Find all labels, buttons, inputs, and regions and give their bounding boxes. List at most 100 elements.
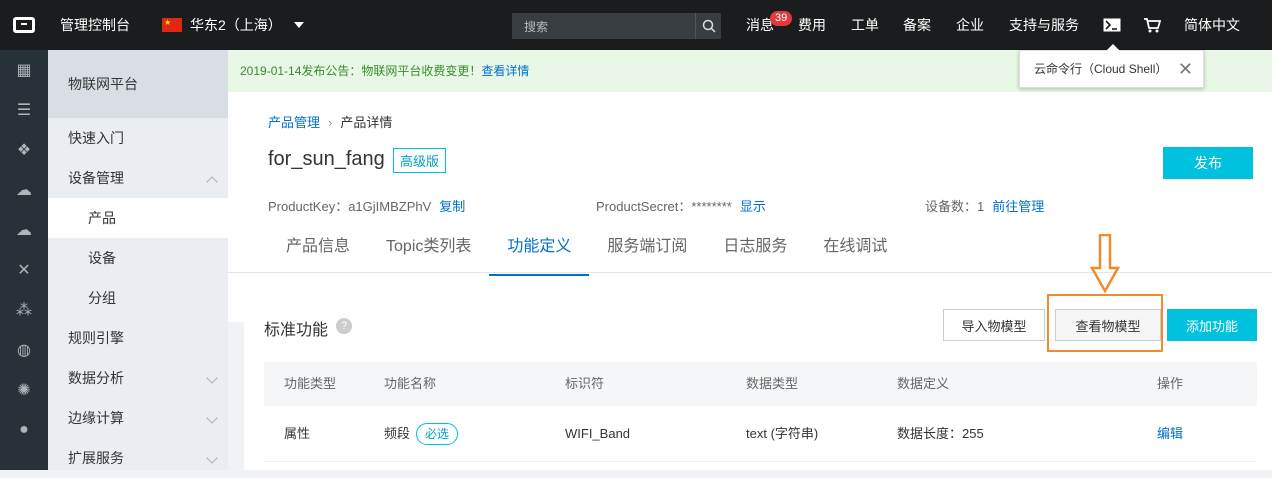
globe-icon[interactable]: ◍ bbox=[0, 330, 48, 370]
region-selector[interactable]: 华东2（上海） bbox=[162, 0, 304, 50]
sidebar-item-label: 设备管理 bbox=[68, 170, 124, 186]
down-arrow-icon bbox=[1090, 234, 1120, 294]
sidebar-item-device[interactable]: 设备 bbox=[48, 238, 228, 278]
database-icon[interactable]: ☰ bbox=[0, 90, 48, 130]
column-header: 标识符 bbox=[565, 376, 605, 391]
product-key: ProductKey：a1GjIMBZPhV 复制 bbox=[268, 196, 465, 215]
nav-support[interactable]: 支持与服务 bbox=[1009, 0, 1079, 50]
cloud-icon[interactable]: ☁ bbox=[0, 170, 48, 210]
network-icon[interactable]: ✕ bbox=[0, 250, 48, 290]
announcement-text: 2019-01-14发布公告：物联网平台收费变更！ bbox=[240, 64, 482, 78]
feature-name: 频段 bbox=[384, 426, 411, 441]
import-model-button[interactable]: 导入物模型 bbox=[943, 309, 1045, 341]
tab-feature-definition[interactable]: 功能定义 bbox=[489, 228, 590, 276]
messages-count-badge: 39 bbox=[770, 11, 793, 26]
edit-link[interactable]: 编辑 bbox=[1157, 406, 1183, 462]
breadcrumb: 产品管理 › 产品详情 bbox=[268, 112, 392, 131]
show-secret-link[interactable]: 显示 bbox=[740, 199, 766, 214]
table-row: 属性 频段 必选 WIFI_Band text (字符串) 数据长度：255 编辑 bbox=[264, 406, 1257, 462]
nav-icp[interactable]: 备案 bbox=[903, 0, 931, 50]
cart-icon[interactable] bbox=[1142, 15, 1162, 35]
edition-badge: 高级版 bbox=[393, 148, 447, 173]
messages-link[interactable]: 消息 bbox=[746, 0, 774, 50]
product-tabs: 产品信息 Topic类列表 功能定义 服务端订阅 日志服务 在线调试 bbox=[268, 228, 905, 276]
sidebar-item-label: 边缘计算 bbox=[68, 410, 124, 426]
product-name: for_sun_fang bbox=[268, 148, 385, 170]
cloud-shell-tooltip: 云命令行（Cloud Shell） ✕ bbox=[1019, 44, 1204, 88]
search-input[interactable]: 搜索 bbox=[512, 18, 695, 35]
share-icon[interactable]: ⁂ bbox=[0, 290, 48, 330]
product-secret: ProductSecret：******** 显示 bbox=[596, 196, 766, 215]
chevron-down-icon bbox=[206, 372, 218, 384]
column-header: 功能名称 bbox=[384, 376, 437, 391]
sidebar-header[interactable]: 物联网平台 bbox=[48, 50, 228, 118]
tab-log-service[interactable]: 日志服务 bbox=[705, 228, 805, 276]
sidebar-item-data-analysis[interactable]: 数据分析 bbox=[48, 358, 228, 398]
sidebar-item-device-management[interactable]: 设备管理 bbox=[48, 158, 228, 198]
nav-enterprise[interactable]: 企业 bbox=[956, 0, 984, 50]
column-header: 数据定义 bbox=[897, 376, 950, 391]
product-secret-label: ProductSecret：******** bbox=[596, 199, 732, 214]
console-title[interactable]: 管理控制台 bbox=[60, 0, 130, 50]
bug-icon[interactable]: ✺ bbox=[0, 370, 48, 410]
search-icon[interactable] bbox=[695, 13, 721, 39]
sidebar-item-quickstart[interactable]: 快速入门 bbox=[48, 118, 228, 158]
left-icon-bar: ▦ ☰ ❖ ☁ ☁ ✕ ⁂ ◍ ✺ ● bbox=[0, 50, 48, 470]
search-box[interactable]: 搜索 bbox=[512, 13, 721, 39]
top-bar: 管理控制台 华东2（上海） 搜索 消息 39 费用 工单 备案 企业 支持与服务… bbox=[0, 0, 1272, 50]
device-count: 设备数：1 前往管理 bbox=[925, 196, 1044, 215]
device-count-label: 设备数：1 bbox=[925, 199, 985, 214]
view-model-button[interactable]: 查看物模型 bbox=[1055, 309, 1161, 341]
nav-billing[interactable]: 费用 bbox=[798, 0, 826, 50]
cell-definition: 数据长度：255 bbox=[897, 426, 984, 441]
nav-tickets[interactable]: 工单 bbox=[851, 0, 879, 50]
cell-type: 属性 bbox=[284, 426, 311, 441]
announcement-link[interactable]: 查看详情 bbox=[481, 64, 529, 78]
grid-icon[interactable]: ▦ bbox=[0, 50, 48, 90]
publish-button[interactable]: 发布 bbox=[1163, 147, 1253, 179]
sidebar-item-group[interactable]: 分组 bbox=[48, 278, 228, 318]
caret-down-icon bbox=[293, 22, 304, 28]
cell-identifier: WIFI_Band bbox=[565, 426, 631, 441]
chevron-down-icon bbox=[206, 452, 218, 464]
sidebar-item-edge-computing[interactable]: 边缘计算 bbox=[48, 398, 228, 438]
product-key-label: ProductKey：a1GjIMBZPhV bbox=[268, 199, 432, 214]
standard-features-card: 标准功能 ? 导入物模型 查看物模型 添加功能 功能类型 功能名称 标识符 数据… bbox=[244, 290, 1272, 470]
tab-online-debug[interactable]: 在线调试 bbox=[805, 228, 905, 276]
sidebar-item-product[interactable]: 产品 bbox=[48, 198, 228, 238]
table-header: 功能类型 功能名称 标识符 数据类型 数据定义 操作 bbox=[264, 362, 1257, 406]
cell-data-type: text (字符串) bbox=[746, 426, 819, 441]
close-icon[interactable]: ✕ bbox=[1178, 51, 1193, 87]
aliyun-logo-icon[interactable] bbox=[0, 0, 48, 50]
add-feature-button[interactable]: 添加功能 bbox=[1167, 309, 1257, 341]
breadcrumb-product-management[interactable]: 产品管理 bbox=[268, 115, 320, 130]
language-selector[interactable]: 简体中文 bbox=[1184, 0, 1240, 50]
region-label: 华东2（上海） bbox=[190, 17, 282, 33]
cell-name: 频段 必选 bbox=[384, 406, 459, 462]
tab-server-subscription[interactable]: 服务端订阅 bbox=[589, 228, 705, 276]
cloud-upload-icon[interactable]: ☁ bbox=[0, 210, 48, 250]
circle-icon[interactable]: ● bbox=[0, 410, 48, 450]
chevron-down-icon bbox=[206, 412, 218, 424]
section-title: 标准功能 bbox=[264, 322, 329, 339]
manage-devices-link[interactable]: 前往管理 bbox=[992, 199, 1044, 214]
tab-product-info[interactable]: 产品信息 bbox=[268, 228, 368, 276]
sidebar: 物联网平台 快速入门 设备管理 产品 设备 分组 规则引擎 数据分析 边缘计算 … bbox=[48, 50, 228, 470]
cloud-shell-label: 云命令行（Cloud Shell） bbox=[1034, 62, 1168, 76]
sidebar-item-label: 数据分析 bbox=[68, 370, 124, 386]
column-header: 功能类型 bbox=[284, 376, 337, 391]
breadcrumb-current: 产品详情 bbox=[340, 115, 393, 130]
copy-key-link[interactable]: 复制 bbox=[439, 199, 465, 214]
column-header: 数据类型 bbox=[746, 376, 799, 391]
breadcrumb-separator-icon: › bbox=[328, 115, 333, 130]
china-flag-icon bbox=[162, 18, 182, 32]
column-header: 操作 bbox=[1157, 376, 1184, 391]
help-icon[interactable]: ? bbox=[336, 318, 352, 334]
sidebar-item-extensions[interactable]: 扩展服务 bbox=[48, 438, 228, 478]
terminal-icon[interactable] bbox=[1102, 15, 1122, 35]
sidebar-item-label: 扩展服务 bbox=[68, 450, 124, 466]
tab-topic-list[interactable]: Topic类列表 bbox=[368, 228, 489, 276]
required-tag: 必选 bbox=[416, 423, 459, 445]
gear-cube-icon[interactable]: ❖ bbox=[0, 130, 48, 170]
sidebar-item-rules-engine[interactable]: 规则引擎 bbox=[48, 318, 228, 358]
